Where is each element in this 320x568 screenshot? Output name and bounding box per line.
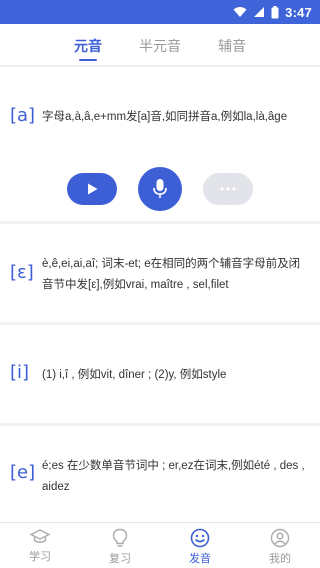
nav-label: 我的 [269, 553, 291, 565]
smile-face-icon [190, 528, 210, 548]
user-icon [270, 528, 290, 548]
nav-label: 复习 [109, 553, 131, 565]
phoneme-description: (1) i,î , 例如vit, dîner ; (2)y, 例如style [42, 369, 227, 381]
phonetic-symbol: [e] [10, 462, 36, 483]
phoneme-card-epsilon[interactable]: [ε] è,ê,ei,ai,aî; 词末-et; e在相同的两个辅音字母前及闭音… [0, 224, 320, 322]
phonetic-symbol: [i] [10, 362, 30, 383]
tab-semivowels[interactable]: 半元音 [124, 24, 196, 65]
phonetic-symbol: [a] [10, 105, 36, 126]
nav-profile[interactable]: 我的 [240, 523, 320, 568]
clock: 3:47 [285, 4, 312, 20]
nav-review[interactable]: 复习 [80, 523, 160, 568]
nav-pronunciation[interactable]: 发音 [160, 523, 240, 568]
more-button[interactable] [203, 173, 253, 205]
bottom-navigation: 学习 复习 发音 我的 [0, 522, 320, 568]
phoneme-description: 字母a,à,â,e+mm发[a]音,如同拼音a,例如la,là,âge [42, 111, 288, 123]
phoneme-card-i[interactable]: [i] (1) i,î , 例如vit, dîner ; (2)y, 例如sty… [0, 325, 320, 423]
microphone-icon [153, 179, 167, 198]
phoneme-card-a[interactable]: [a] 字母a,à,â,e+mm发[a]音,如同拼音a,例如la,là,âge [0, 67, 320, 221]
battery-icon [271, 5, 279, 19]
tab-consonants[interactable]: 辅音 [196, 24, 268, 65]
play-icon [88, 183, 98, 195]
phoneme-description: è,ê,ei,ai,aî; 词末-et; e在相同的两个辅音字母前及闭音节中发[… [42, 258, 301, 291]
tab-bar: 元音 半元音 辅音 [0, 24, 320, 66]
status-bar: 3:47 [0, 0, 320, 24]
record-button[interactable] [138, 167, 182, 211]
phoneme-description: é;es 在少数单音节词中 ; er,ez在词末,例如été , des , a… [42, 460, 305, 493]
signal-icon [253, 6, 265, 18]
more-icon [220, 187, 236, 191]
tab-vowels[interactable]: 元音 [52, 24, 124, 65]
nav-label: 学习 [29, 551, 51, 563]
phonetic-symbol: [ε] [10, 262, 34, 283]
wifi-icon [233, 6, 247, 18]
graduation-cap-icon [29, 529, 51, 543]
phoneme-card-e[interactable]: [e] é;es 在少数单音节词中 ; er,ez在词末,例如été , des… [0, 426, 320, 522]
play-button[interactable] [67, 173, 117, 205]
nav-study[interactable]: 学习 [0, 523, 80, 568]
lightbulb-icon [112, 528, 128, 547]
pronunciation-controls [0, 167, 320, 211]
nav-label: 发音 [189, 553, 211, 565]
